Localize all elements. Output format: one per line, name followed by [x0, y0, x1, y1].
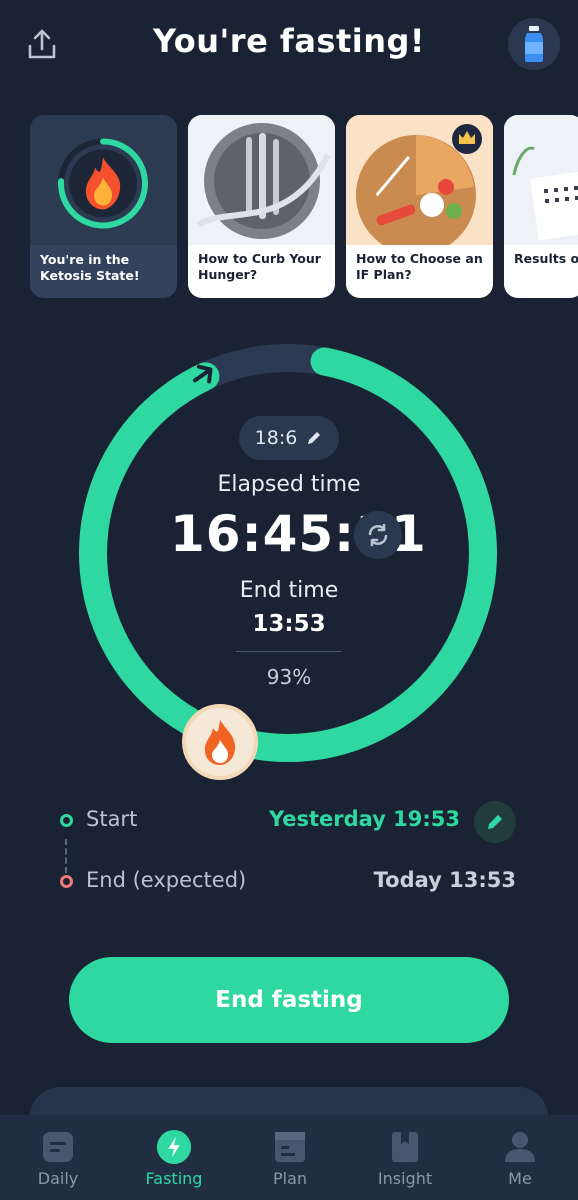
- flame-icon: [204, 720, 236, 765]
- card-ketosis[interactable]: You're in the Ketosis State!: [30, 115, 177, 298]
- end-label: End (expected): [86, 868, 247, 892]
- refresh-icon: [368, 523, 388, 547]
- page-title: You're fasting!: [152, 22, 426, 60]
- toggle-timer-button[interactable]: [354, 511, 402, 559]
- end-dot: [60, 875, 73, 888]
- nav-label: Fasting: [145, 1169, 203, 1188]
- start-dot: [60, 814, 73, 827]
- elapsed-time-label: Elapsed time: [217, 472, 361, 497]
- nav-plan[interactable]: Plan: [232, 1115, 348, 1200]
- plan-icon: [272, 1129, 308, 1165]
- progress-flame-marker: [182, 704, 258, 780]
- card-choose-plan[interactable]: How to Choose an IF Plan?: [346, 115, 493, 298]
- card-caption: Results of Fast: [504, 245, 578, 298]
- bottom-nav: Daily Fasting Plan Insight Me: [0, 1115, 578, 1200]
- fasting-icon: [156, 1129, 192, 1165]
- end-value: Today 13:53: [373, 868, 516, 892]
- end-row: End (expected) Today 13:53: [60, 862, 530, 902]
- plan-label: 18:6: [254, 427, 298, 449]
- water-button[interactable]: [508, 18, 560, 70]
- plate-cutlery-image: [188, 115, 335, 245]
- card-curb-hunger[interactable]: How to Curb Your Hunger?: [188, 115, 335, 298]
- ketosis-progress-icon: [30, 115, 177, 245]
- start-value: Yesterday 19:53: [268, 807, 460, 831]
- pencil-icon: [488, 815, 502, 829]
- nav-insight[interactable]: Insight: [347, 1115, 463, 1200]
- pencil-icon: [308, 432, 321, 444]
- nav-label: Daily: [37, 1169, 79, 1188]
- profile-icon: [502, 1129, 538, 1165]
- card-caption: You're in the Ketosis State!: [40, 252, 140, 283]
- start-label: Start: [86, 807, 138, 831]
- food-plate-image: [346, 115, 493, 245]
- calendar-image: [504, 115, 578, 245]
- daily-icon: [40, 1129, 76, 1165]
- card-caption: How to Curb Your Hunger?: [188, 245, 335, 298]
- nav-me[interactable]: Me: [462, 1115, 578, 1200]
- divider: [236, 651, 342, 652]
- progress-percent: 93%: [266, 665, 312, 689]
- card-results[interactable]: Results of Fast: [504, 115, 578, 298]
- nav-label: Me: [508, 1169, 532, 1188]
- nav-label: Insight: [377, 1169, 433, 1188]
- water-bottle-icon: [525, 26, 543, 62]
- end-fasting-button[interactable]: End fasting: [69, 957, 509, 1043]
- header: You're fasting!: [0, 0, 578, 90]
- insight-icon: [387, 1129, 423, 1165]
- end-time-value: 13:53: [252, 611, 326, 637]
- edit-start-button[interactable]: [474, 801, 516, 843]
- article-carousel[interactable]: You're in the Ketosis State! How to Curb…: [30, 115, 578, 298]
- plan-edit-pill[interactable]: 18:6: [239, 416, 339, 460]
- end-time-label: End time: [239, 578, 339, 603]
- nav-daily[interactable]: Daily: [0, 1115, 116, 1200]
- start-row: Start Yesterday 19:53: [60, 801, 530, 843]
- nav-fasting[interactable]: Fasting: [116, 1115, 232, 1200]
- nav-label: Plan: [272, 1169, 308, 1188]
- card-caption: How to Choose an IF Plan?: [346, 245, 493, 298]
